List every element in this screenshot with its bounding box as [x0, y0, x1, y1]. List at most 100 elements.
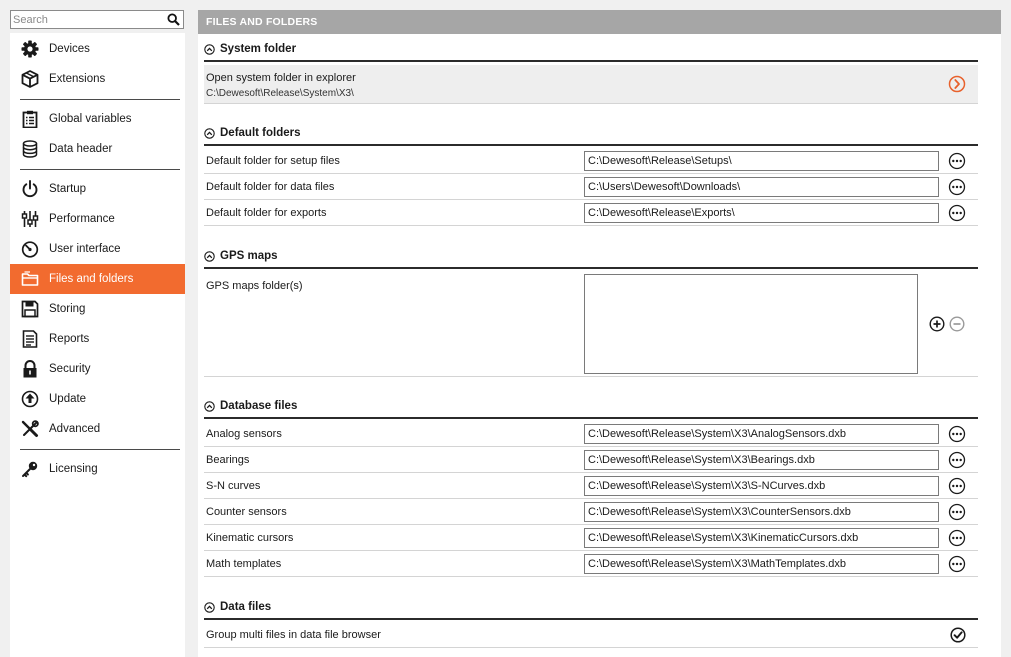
- setting-row: Group multi files in data file browser: [204, 622, 978, 648]
- setting-label: Default folder for exports: [206, 207, 327, 219]
- lock-icon: [20, 359, 40, 379]
- search-box[interactable]: [10, 10, 184, 29]
- sidebar-item-devices[interactable]: Devices: [10, 34, 185, 64]
- main-panel: FILES AND FOLDERS System folder Open sys…: [198, 10, 1001, 657]
- more-options-icon[interactable]: [948, 152, 966, 170]
- search-input[interactable]: [13, 12, 163, 27]
- setting-label: Group multi files in data file browser: [206, 629, 381, 641]
- more-options-icon[interactable]: [948, 529, 966, 547]
- more-options-icon[interactable]: [948, 555, 966, 573]
- cube-icon: [20, 69, 40, 89]
- setting-label: GPS maps folder(s): [206, 280, 303, 292]
- section-title: Default folders: [220, 127, 301, 139]
- sidebar-item-data-header[interactable]: Data header: [10, 134, 185, 164]
- sidebar-item-global-variables[interactable]: Global variables: [10, 104, 185, 134]
- counter-sensors-file-field[interactable]: [584, 502, 939, 522]
- more-options-icon[interactable]: [948, 425, 966, 443]
- sidebar-item-label: Storing: [49, 303, 86, 315]
- sidebar-item-label: Data header: [49, 143, 113, 155]
- setting-label: Default folder for setup files: [206, 155, 340, 167]
- more-options-icon[interactable]: [948, 204, 966, 222]
- setting-label: Analog sensors: [206, 428, 282, 440]
- setting-row: S-N curves: [204, 473, 978, 499]
- sidebar-item-performance[interactable]: Performance: [10, 204, 185, 234]
- exports-folder-field[interactable]: [584, 203, 939, 223]
- setting-row: Analog sensors: [204, 421, 978, 447]
- sidebar-item-update[interactable]: Update: [10, 384, 185, 414]
- tools-icon: [20, 419, 40, 439]
- sidebar-item-label: Devices: [49, 43, 90, 55]
- sidebar-item-label: Reports: [49, 333, 90, 345]
- sidebar-item-label: Startup: [49, 183, 87, 195]
- gps-maps-folder-list[interactable]: [584, 274, 918, 374]
- collapse-icon[interactable]: [204, 250, 215, 262]
- setting-label: Default folder for data files: [206, 181, 335, 193]
- setting-row: Default folder for setup files: [204, 148, 978, 174]
- sidebar-item-label: Licensing: [49, 463, 98, 475]
- setting-row: Default folder for exports: [204, 200, 978, 226]
- section-data-files[interactable]: Data files: [204, 596, 978, 620]
- setting-row: Bearings: [204, 447, 978, 473]
- section-title: System folder: [220, 43, 297, 55]
- sidebar-divider: [20, 169, 180, 170]
- open-folder-arrow-icon[interactable]: [948, 75, 966, 93]
- open-system-folder-row[interactable]: Open system folder in explorer C:\Deweso…: [204, 65, 978, 104]
- group-multi-files-checkbox[interactable]: [950, 627, 966, 643]
- gps-maps-row: GPS maps folder(s): [204, 271, 978, 377]
- page-title: FILES AND FOLDERS: [198, 10, 1001, 34]
- setting-label: Math templates: [206, 558, 282, 570]
- setting-row: Default folder for data files: [204, 174, 978, 200]
- setting-row: Kinematic cursors: [204, 525, 978, 551]
- section-default-folders[interactable]: Default folders: [204, 122, 978, 146]
- open-system-folder-label: Open system folder in explorer: [206, 72, 356, 84]
- sidebar-item-licensing[interactable]: Licensing: [10, 454, 185, 484]
- sidebar: Devices Extensions: [0, 0, 190, 657]
- sidebar-item-extensions[interactable]: Extensions: [10, 64, 185, 94]
- collapse-icon[interactable]: [204, 43, 215, 55]
- remove-icon[interactable]: [949, 316, 965, 332]
- more-options-icon[interactable]: [948, 477, 966, 495]
- sidebar-divider: [20, 449, 180, 450]
- sidebar-item-label: Update: [49, 393, 87, 405]
- analog-sensors-file-field[interactable]: [584, 424, 939, 444]
- report-icon: [20, 329, 40, 349]
- key-icon: [20, 459, 40, 479]
- add-icon[interactable]: [929, 316, 945, 332]
- section-title: Data files: [220, 601, 272, 613]
- sidebar-item-files-and-folders[interactable]: Files and folders: [10, 264, 185, 294]
- sidebar-item-reports[interactable]: Reports: [10, 324, 185, 354]
- math-templates-file-field[interactable]: [584, 554, 939, 574]
- collapse-icon[interactable]: [204, 127, 215, 139]
- sidebar-item-storing[interactable]: Storing: [10, 294, 185, 324]
- floppy-icon: [20, 299, 40, 319]
- more-options-icon[interactable]: [948, 503, 966, 521]
- more-options-icon[interactable]: [948, 178, 966, 196]
- search-icon[interactable]: [167, 13, 180, 26]
- section-system-folder[interactable]: System folder: [204, 38, 978, 62]
- setting-row: Math templates: [204, 551, 978, 577]
- section-title: Database files: [220, 400, 298, 412]
- data-folder-field[interactable]: [584, 177, 939, 197]
- more-options-icon[interactable]: [948, 451, 966, 469]
- sidebar-item-label: Advanced: [49, 423, 101, 435]
- section-gps-maps[interactable]: GPS maps: [204, 245, 978, 269]
- gear-icon: [20, 39, 40, 59]
- sidebar-item-security[interactable]: Security: [10, 354, 185, 384]
- setting-label: Counter sensors: [206, 506, 287, 518]
- clipboard-icon: [20, 109, 40, 129]
- setting-label: Bearings: [206, 454, 250, 466]
- collapse-icon[interactable]: [204, 601, 215, 613]
- sn-curves-file-field[interactable]: [584, 476, 939, 496]
- kinematic-cursors-file-field[interactable]: [584, 528, 939, 548]
- sidebar-item-advanced[interactable]: Advanced: [10, 414, 185, 444]
- bearings-file-field[interactable]: [584, 450, 939, 470]
- setup-folder-field[interactable]: [584, 151, 939, 171]
- sidebar-item-startup[interactable]: Startup: [10, 174, 185, 204]
- setting-row: Counter sensors: [204, 499, 978, 525]
- sidebar-item-user-interface[interactable]: User interface: [10, 234, 185, 264]
- setting-label: Kinematic cursors: [206, 532, 294, 544]
- setting-label: S-N curves: [206, 480, 261, 492]
- folder-icon: [20, 269, 40, 289]
- collapse-icon[interactable]: [204, 400, 215, 412]
- section-database-files[interactable]: Database files: [204, 395, 978, 419]
